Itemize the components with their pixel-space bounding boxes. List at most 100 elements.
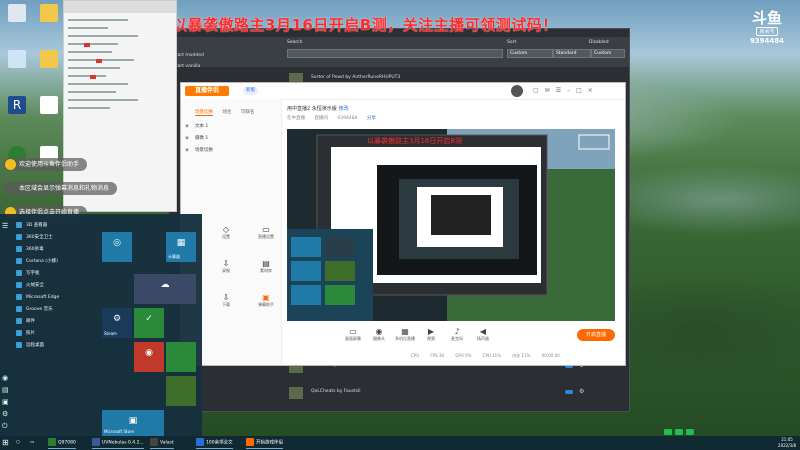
douyu-room-label: 房间号 bbox=[756, 27, 778, 36]
taskbar-item[interactable]: 开始游戏伴侣 bbox=[246, 438, 283, 449]
tray-icon[interactable] bbox=[664, 429, 672, 435]
settings-icon[interactable]: ☰ bbox=[556, 87, 567, 94]
start-tile[interactable]: ✓ bbox=[134, 308, 164, 338]
gear-icon[interactable]: ⚙ bbox=[579, 388, 584, 395]
tray-icon[interactable] bbox=[686, 429, 694, 435]
stream-preview[interactable]: 以暴袭傲路主3月16日开启B测 bbox=[287, 129, 615, 321]
start-tile[interactable]: ◉ bbox=[134, 342, 164, 372]
scene-item[interactable]: ◉ 摄像 1 bbox=[185, 135, 208, 141]
app-label: 照片 bbox=[26, 331, 35, 336]
tool-multicam[interactable]: ▦ 多机位直播 bbox=[393, 327, 417, 342]
tool-video[interactable]: ▶ 视频 bbox=[419, 327, 443, 342]
tool-record[interactable]: ⇩ 录制 bbox=[211, 259, 241, 274]
taskbar-item[interactable]: Q97080 bbox=[48, 438, 76, 449]
desktop-icon-file[interactable] bbox=[36, 96, 62, 116]
app-list-item[interactable]: 远程桌面 bbox=[16, 340, 96, 352]
minimize-icon[interactable]: – bbox=[567, 87, 576, 94]
mail-icon[interactable]: ✉ bbox=[545, 87, 556, 94]
tray-icon[interactable] bbox=[675, 429, 683, 435]
sort-label: Sort bbox=[507, 40, 517, 45]
document-icon[interactable]: ▤ bbox=[2, 384, 14, 396]
mod-toggle[interactable] bbox=[565, 390, 573, 394]
scene-item[interactable]: ◉ 场景切换 bbox=[185, 147, 213, 153]
tile-label: Microsoft Store bbox=[104, 429, 135, 434]
app-list-item[interactable]: Cortana (小娜) bbox=[16, 256, 96, 268]
bag-icon[interactable]: ▢ bbox=[533, 87, 545, 94]
app-list-item[interactable]: 写字板 bbox=[16, 268, 96, 280]
start-tile[interactable]: ⚙ Steam bbox=[102, 308, 132, 338]
power-icon[interactable]: ⏻ bbox=[2, 420, 14, 432]
app-list-item[interactable]: 火绒安全 bbox=[16, 280, 96, 292]
app-list-item[interactable]: 照片 bbox=[16, 328, 96, 340]
tool-live-settings[interactable]: ▭ 直播设置 bbox=[251, 225, 281, 240]
app-icon bbox=[196, 438, 204, 446]
avatar[interactable] bbox=[511, 85, 523, 97]
tool-speaker[interactable]: ◀ 扬声器 bbox=[471, 327, 495, 342]
standard-select[interactable]: Standard bbox=[553, 49, 591, 58]
start-live-button[interactable]: 开启直播 bbox=[577, 329, 615, 341]
app-list-item[interactable]: 360安全卫士 bbox=[16, 232, 96, 244]
close-icon[interactable]: × bbox=[588, 87, 599, 94]
edit-title-link[interactable]: 修改 bbox=[338, 106, 348, 112]
maximize-icon[interactable]: □ bbox=[576, 87, 588, 94]
app-list-item[interactable]: 3D 查看器 bbox=[16, 220, 96, 232]
tool-library[interactable]: ▤ 素材库 bbox=[251, 259, 281, 274]
tool-camera[interactable]: ◉ 摄像头 bbox=[367, 327, 391, 342]
app-icon bbox=[48, 438, 56, 446]
gear-icon[interactable]: ⚙ bbox=[2, 408, 14, 420]
picture-icon[interactable]: ▣ bbox=[2, 396, 14, 408]
start-button[interactable]: ⊞ bbox=[2, 438, 9, 448]
desktop-icon-r[interactable]: R bbox=[4, 96, 30, 116]
start-tile[interactable]: ☁ bbox=[134, 274, 196, 304]
start-vanilla-button[interactable]: Start vanilla bbox=[173, 64, 204, 69]
taskbar-item[interactable]: 100余项全文 bbox=[196, 438, 233, 449]
custom-select[interactable]: Custom bbox=[591, 49, 625, 58]
app-list-item[interactable]: 360杀毒 bbox=[16, 244, 96, 256]
tab-scene-switch[interactable]: 场景切换 bbox=[195, 110, 213, 116]
version-badge[interactable]: 新版 bbox=[243, 87, 258, 95]
search-icon[interactable]: ○ bbox=[16, 438, 20, 448]
tab-scene[interactable]: 场合 bbox=[222, 110, 231, 115]
app-icon bbox=[16, 329, 22, 336]
app-icon bbox=[16, 281, 22, 288]
start-tile[interactable] bbox=[166, 342, 196, 372]
task-view-icon[interactable]: ▭ bbox=[30, 438, 34, 448]
start-tile[interactable] bbox=[166, 376, 196, 406]
tool-download[interactable]: ⇩ 下载 bbox=[211, 293, 241, 308]
taskbar-item[interactable]: UVNebulas 0.4.2... bbox=[92, 438, 144, 449]
app-list-item[interactable]: Groove 音乐 bbox=[16, 304, 96, 316]
app-icon bbox=[16, 257, 22, 264]
eye-icon[interactable]: ◉ bbox=[185, 124, 189, 129]
tab-collab[interactable]: 可联名 bbox=[241, 110, 255, 115]
search-input[interactable] bbox=[287, 49, 503, 58]
start-menu: ☰ ◉ ▤ ▣ ⚙ ⏻ 3D 查看器 360安全卫士 360杀毒 Cortana… bbox=[0, 214, 202, 438]
mod-row[interactable]: QoLCheats by Faustsil ⚙ bbox=[289, 385, 609, 401]
sort-select[interactable]: Custom bbox=[507, 49, 553, 58]
tool-screen[interactable]: ▭ 画面屏幕 bbox=[341, 327, 365, 342]
taskbar-item[interactable]: Valast bbox=[150, 438, 174, 449]
start-tile[interactable]: ▣ Microsoft Store bbox=[102, 410, 164, 436]
tool-settings[interactable]: ◇ 设置 bbox=[211, 225, 241, 240]
tool-danmaku[interactable]: ▣ 弹幕助手 bbox=[251, 293, 281, 308]
app-list-item[interactable]: 邮件 bbox=[16, 316, 96, 328]
status-item: 00:00:00 bbox=[541, 353, 560, 358]
scene-item[interactable]: ◉ 文本 1 bbox=[185, 123, 208, 129]
app-list-item[interactable]: Microsoft Edge bbox=[16, 292, 96, 304]
desktop-icon-folder[interactable] bbox=[36, 4, 62, 24]
status-bar: CPU FPS 30 GPU 0% CPU 11% 内存 11% 00:00:0… bbox=[411, 353, 570, 359]
desktop-icon-app1[interactable] bbox=[4, 50, 30, 70]
start-tile[interactable]: ◎ bbox=[102, 232, 132, 262]
eye-icon[interactable]: ◉ bbox=[185, 148, 189, 153]
start-modded-button[interactable]: Start modded bbox=[173, 53, 204, 58]
start-tile[interactable]: ▦ 计算器 bbox=[166, 232, 196, 262]
desktop-icon-folder2[interactable] bbox=[36, 50, 62, 70]
desktop-icon-recycle[interactable] bbox=[4, 4, 30, 24]
user-icon[interactable]: ◉ bbox=[2, 372, 14, 384]
system-clock[interactable]: 21:05 2022/3/8 bbox=[778, 437, 796, 449]
eye-icon[interactable]: ◉ bbox=[185, 136, 189, 141]
room-label: 直播间 bbox=[314, 116, 328, 121]
hamburger-icon[interactable]: ☰ bbox=[2, 220, 14, 232]
share-link[interactable]: 分享 bbox=[367, 116, 376, 121]
tool-mic[interactable]: ♪ 麦克风 bbox=[445, 327, 469, 342]
settings-icon: ◇ bbox=[222, 225, 230, 234]
